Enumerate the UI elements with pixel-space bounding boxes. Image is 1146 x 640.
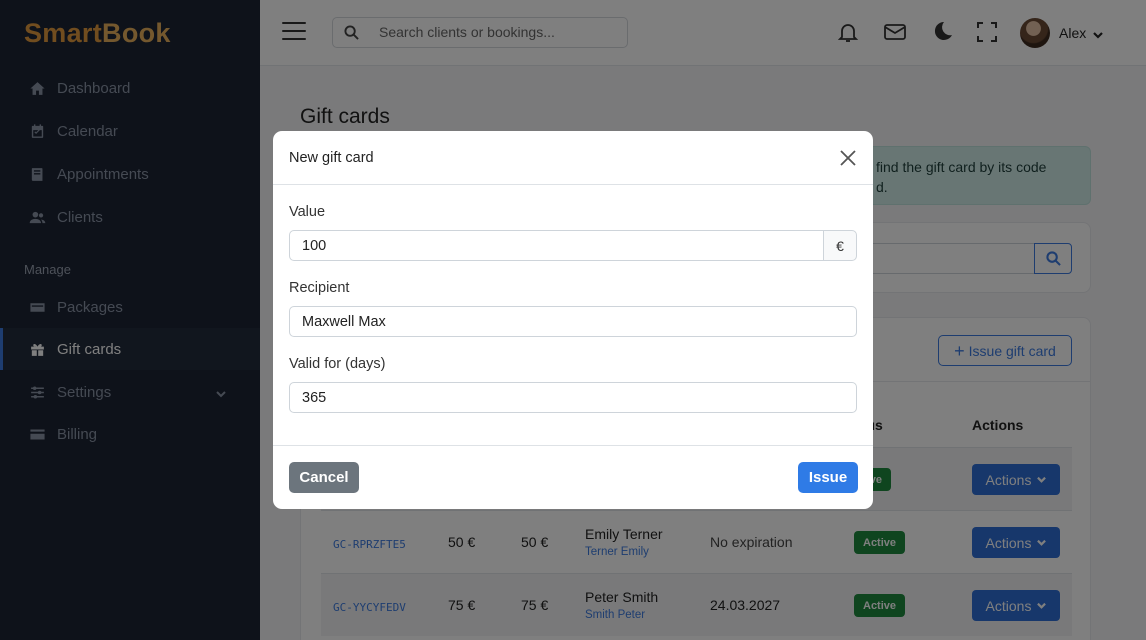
recipient-input[interactable]	[289, 306, 857, 337]
close-icon[interactable]	[839, 149, 859, 169]
divider	[273, 184, 873, 185]
issue-button[interactable]: Issue	[798, 462, 858, 493]
value-label: Value	[289, 204, 326, 220]
cancel-button[interactable]: Cancel	[289, 462, 359, 493]
recipient-label: Recipient	[289, 280, 350, 296]
valid-days-input[interactable]	[289, 382, 857, 413]
currency-addon: €	[823, 230, 857, 261]
valid-days-label: Valid for (days)	[289, 356, 386, 372]
new-gift-card-modal: New gift card Value € Recipient Valid fo…	[273, 131, 873, 509]
divider	[273, 445, 873, 446]
value-input[interactable]	[289, 230, 824, 261]
modal-title: New gift card	[289, 150, 374, 166]
